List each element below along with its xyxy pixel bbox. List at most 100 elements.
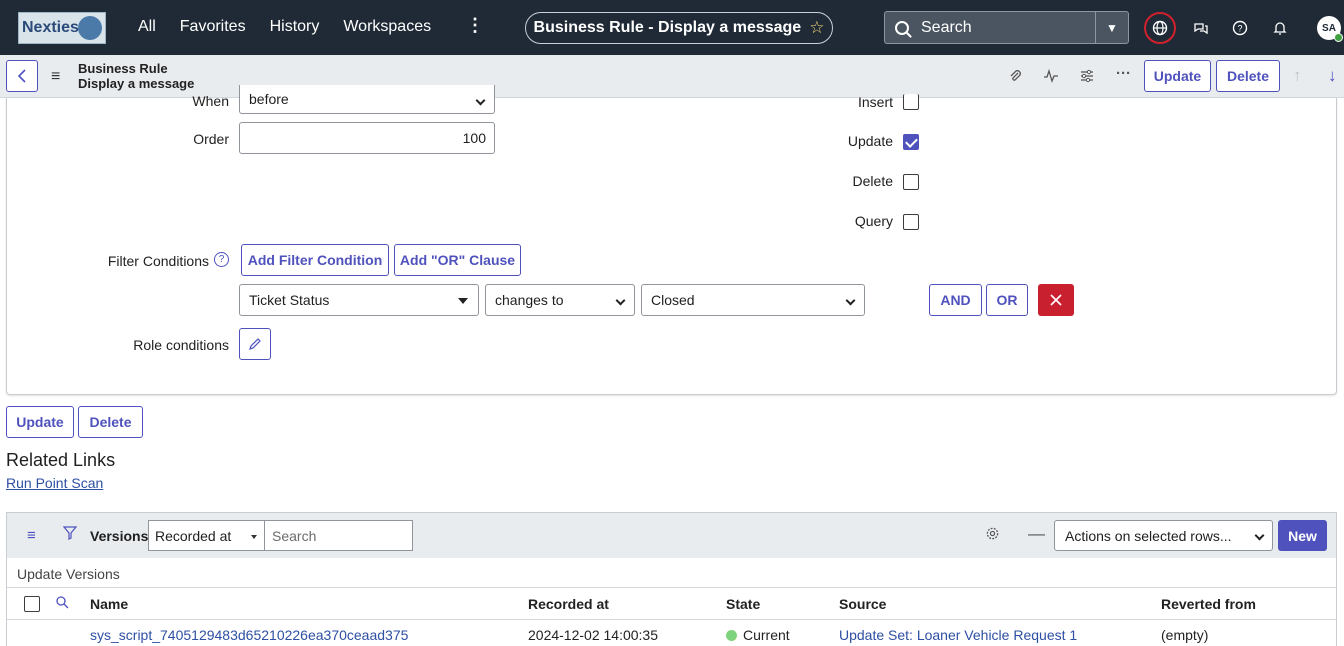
user-avatar[interactable]: SA [1317, 16, 1343, 42]
column-header-reverted-from[interactable]: Reverted from [1161, 596, 1256, 612]
filter-help-icon[interactable]: ? [214, 252, 229, 267]
search-icon [895, 20, 909, 35]
edit-role-conditions-button[interactable] [239, 328, 271, 360]
version-name-link[interactable]: sys_script_7405129483d65210226ea370ceaad… [90, 627, 408, 643]
list-menu-icon[interactable]: ≡ [27, 527, 36, 544]
order-value: 100 [462, 130, 486, 146]
nav-more-icon[interactable]: ⋮ [466, 15, 484, 36]
nav-all[interactable]: All [138, 18, 156, 36]
order-input[interactable]: 100 [239, 122, 495, 154]
back-button[interactable] [6, 60, 38, 92]
update-button-top[interactable]: Update [1144, 60, 1211, 92]
nav-favorites[interactable]: Favorites [180, 18, 246, 36]
nav-workspaces[interactable]: Workspaces [343, 18, 431, 36]
logo-text: Nexties [22, 19, 79, 36]
related-links-heading: Related Links [6, 450, 116, 470]
record-title-pill[interactable]: Business Rule - Display a message ☆ [525, 12, 833, 44]
and-button[interactable]: AND [929, 284, 982, 316]
search-field-select[interactable]: Recorded at [148, 520, 265, 551]
help-icon[interactable]: ? [1224, 12, 1256, 44]
actions-select[interactable]: Actions on selected rows... [1054, 520, 1273, 551]
column-search-icon[interactable] [55, 595, 69, 612]
versions-subtitle: Update Versions [17, 566, 120, 582]
collapse-icon[interactable]: — [1028, 524, 1045, 544]
activity-pulse-icon[interactable] [1043, 68, 1059, 88]
favorite-star-icon[interactable]: ☆ [809, 18, 824, 38]
svg-text:?: ? [1237, 24, 1242, 34]
actions-select-value: Actions on selected rows... [1065, 527, 1232, 544]
filter-funnel-icon[interactable] [62, 526, 78, 544]
add-or-clause-button[interactable]: Add "OR" Clause [394, 244, 521, 276]
condition-field-select[interactable]: Ticket Status [239, 284, 479, 316]
select-all-checkbox[interactable] [24, 596, 40, 612]
query-label: Query [854, 213, 893, 229]
notifications-bell-icon[interactable] [1264, 12, 1296, 44]
divider [7, 619, 1336, 620]
versions-search-input[interactable]: Search [264, 520, 413, 551]
filter-conditions-label: Filter Conditions [107, 253, 209, 269]
avatar-initials: SA [1322, 22, 1336, 34]
more-options-icon[interactable]: ··· [1116, 65, 1131, 82]
order-label: Order [193, 131, 229, 147]
form-title: Business Rule Display a message [78, 61, 194, 91]
gear-icon[interactable] [985, 526, 1000, 545]
chat-icon[interactable] [1185, 12, 1217, 44]
delete-button-bottom[interactable]: Delete [78, 406, 143, 438]
condition-value: Closed [651, 292, 695, 308]
version-state: Current [726, 627, 790, 643]
versions-list: ≡ Versions Recorded at Search — Actions … [6, 512, 1337, 646]
role-conditions-label: Role conditions [133, 337, 229, 353]
query-checkbox[interactable] [903, 214, 919, 230]
insert-checkbox[interactable] [903, 94, 919, 110]
update-checkbox[interactable] [903, 134, 919, 150]
delete-label: Delete [852, 173, 893, 189]
condition-operator-select[interactable]: changes to [485, 284, 635, 316]
attachment-icon[interactable] [1007, 68, 1023, 88]
when-value: before [249, 91, 289, 107]
version-state-text: Current [743, 627, 790, 643]
new-button[interactable]: New [1278, 520, 1327, 551]
update-button-bottom[interactable]: Update [6, 406, 74, 438]
insert-label: Insert [857, 94, 893, 110]
search-field-value: Recorded at [155, 527, 232, 544]
company-logo[interactable]: Nexties [18, 12, 106, 44]
settings-sliders-icon[interactable] [1079, 68, 1095, 88]
column-header-state[interactable]: State [726, 596, 760, 612]
versions-list-header: ≡ Versions Recorded at Search — Actions … [7, 513, 1336, 558]
next-record-arrow-icon[interactable]: ↓ [1328, 66, 1337, 86]
form-menu-icon[interactable]: ≡ [51, 68, 60, 86]
add-filter-condition-button[interactable]: Add Filter Condition [241, 244, 389, 276]
when-label: When [192, 93, 229, 109]
column-header-recorded-at[interactable]: Recorded at [528, 596, 609, 612]
version-recorded-at: 2024-12-02 14:00:35 [528, 627, 658, 643]
version-reverted-from: (empty) [1161, 627, 1209, 643]
global-search[interactable]: Search ▼ [884, 11, 1129, 44]
remove-condition-button[interactable] [1038, 284, 1074, 316]
update-label: Update [847, 133, 893, 149]
column-header-name[interactable]: Name [90, 596, 128, 612]
global-search-input[interactable]: Search [921, 19, 972, 37]
condition-field-value: Ticket Status [249, 292, 330, 308]
language-globe-icon[interactable] [1144, 12, 1176, 44]
top-navigation: Nexties All Favorites History Workspaces… [0, 0, 1344, 55]
nav-history[interactable]: History [270, 18, 320, 36]
online-status-dot [1334, 33, 1343, 42]
delete-button-top[interactable]: Delete [1216, 60, 1280, 92]
pencil-icon [249, 338, 261, 350]
versions-search-placeholder: Search [272, 527, 317, 544]
condition-value-select[interactable]: Closed [641, 284, 865, 316]
logo-globe-icon [78, 16, 102, 40]
versions-title: Versions [90, 528, 149, 544]
previous-record-arrow-icon[interactable]: ↑ [1293, 66, 1302, 86]
divider [7, 587, 1336, 588]
form-title-record: Display a message [78, 76, 195, 91]
run-point-scan-link[interactable]: Run Point Scan [6, 475, 103, 491]
condition-operator-value: changes to [495, 292, 564, 308]
version-source-link[interactable]: Update Set: Loaner Vehicle Request 1 [839, 627, 1077, 643]
when-select[interactable]: before [239, 85, 495, 114]
search-scope-dropdown-icon[interactable]: ▼ [1095, 12, 1128, 43]
or-button[interactable]: OR [986, 284, 1028, 316]
column-header-source[interactable]: Source [839, 596, 886, 612]
delete-checkbox[interactable] [903, 174, 919, 190]
close-icon [1050, 294, 1062, 306]
